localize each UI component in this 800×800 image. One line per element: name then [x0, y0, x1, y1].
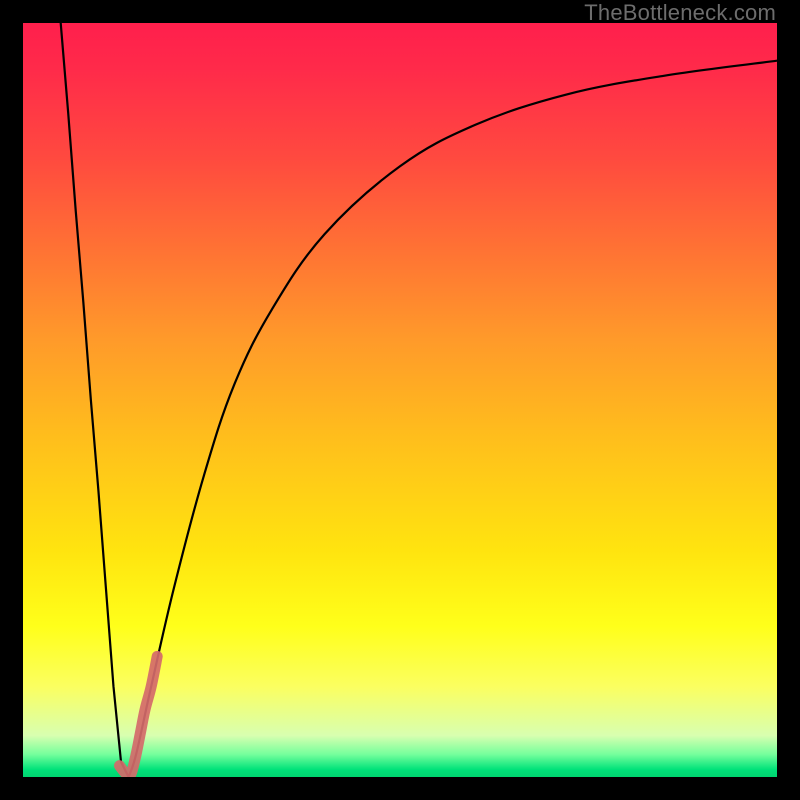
bottleneck-curve	[61, 23, 777, 777]
chart-frame: TheBottleneck.com	[0, 0, 800, 800]
watermark-text: TheBottleneck.com	[584, 0, 776, 26]
plot-area	[23, 23, 777, 777]
highlight-segment	[120, 656, 158, 775]
curves-svg	[23, 23, 777, 777]
